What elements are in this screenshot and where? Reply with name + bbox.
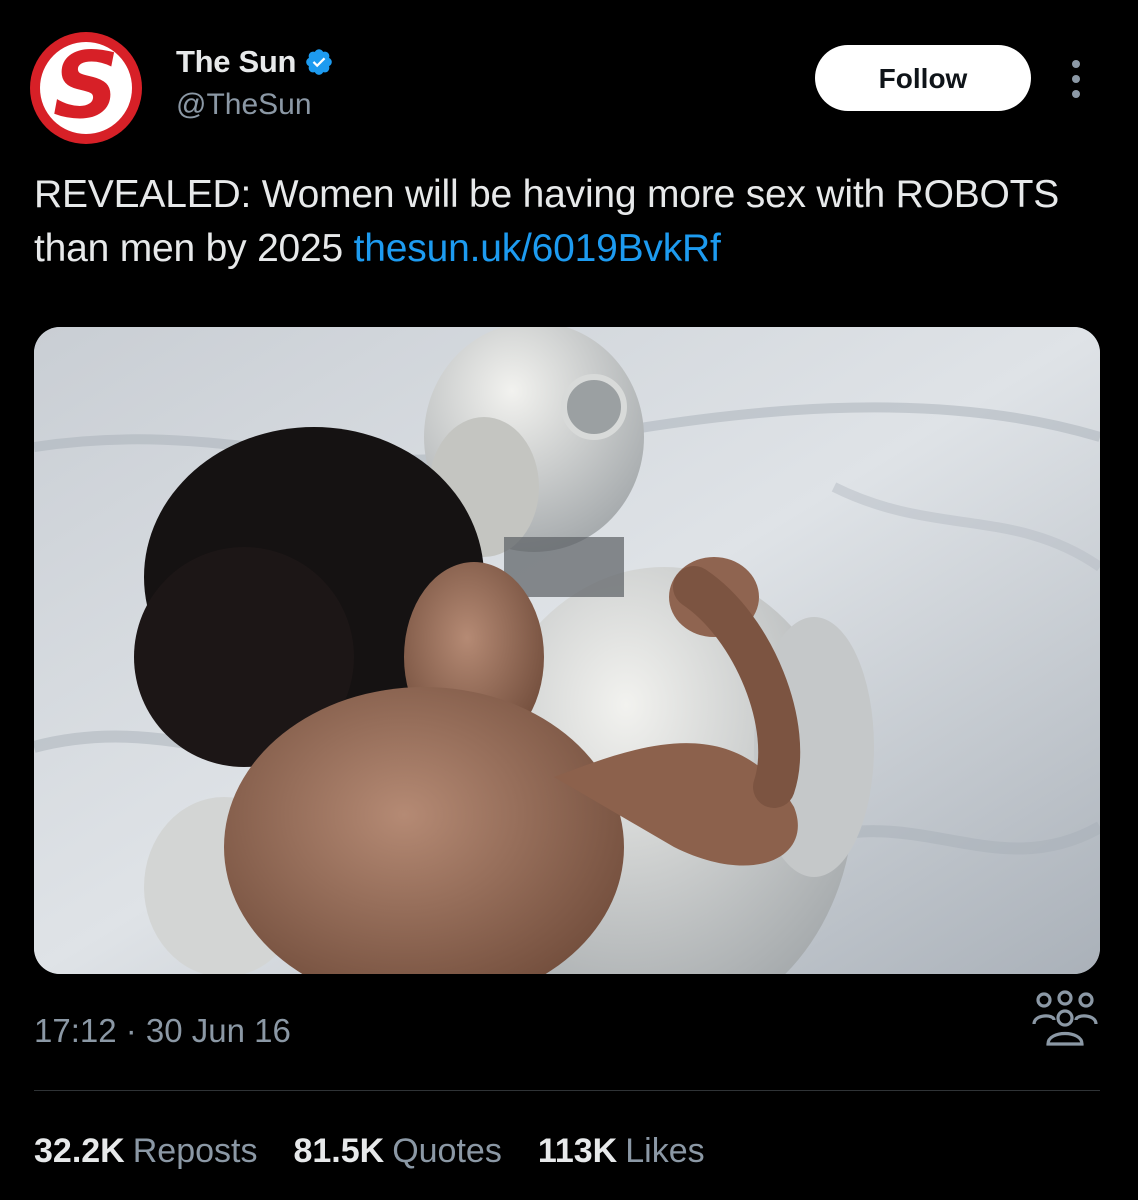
reposts-stat[interactable]: 32.2K Reposts [34, 1132, 257, 1171]
more-dot [1072, 90, 1080, 98]
display-name[interactable]: The Sun [176, 44, 296, 80]
more-dot [1072, 60, 1080, 68]
quotes-stat[interactable]: 81.5K Quotes [293, 1132, 501, 1171]
account-handle[interactable]: @TheSun [176, 88, 312, 122]
more-vertical-icon[interactable] [1060, 58, 1092, 100]
community-icon[interactable] [1030, 990, 1100, 1050]
avatar-logo-letter: S [52, 32, 120, 139]
divider [34, 1090, 1100, 1091]
follow-button[interactable]: Follow [815, 45, 1031, 111]
likes-label: Likes [625, 1132, 705, 1170]
tweet: S The Sun @TheSun Follow REVEALED: Women… [0, 0, 1138, 1200]
verified-badge-icon [306, 49, 332, 75]
avatar[interactable]: S [30, 32, 142, 144]
media-illustration [34, 327, 1100, 974]
reposts-count: 32.2K [34, 1132, 125, 1170]
tweet-link[interactable]: thesun.uk/6019BvkRf [354, 227, 721, 270]
tweet-media-image[interactable] [34, 327, 1100, 974]
tweet-text: REVEALED: Women will be having more sex … [34, 168, 1094, 276]
engagement-stats: 32.2K Reposts 81.5K Quotes 113K Likes [34, 1132, 741, 1171]
more-dot [1072, 75, 1080, 83]
likes-count: 113K [537, 1132, 618, 1170]
tweet-timestamp[interactable]: 17:12 · 30 Jun 16 [34, 1012, 291, 1050]
display-name-row: The Sun [176, 44, 334, 80]
reposts-label: Reposts [132, 1132, 258, 1170]
quotes-count: 81.5K [293, 1132, 385, 1170]
quotes-label: Quotes [392, 1132, 502, 1170]
likes-stat[interactable]: 113K Likes [538, 1132, 705, 1171]
